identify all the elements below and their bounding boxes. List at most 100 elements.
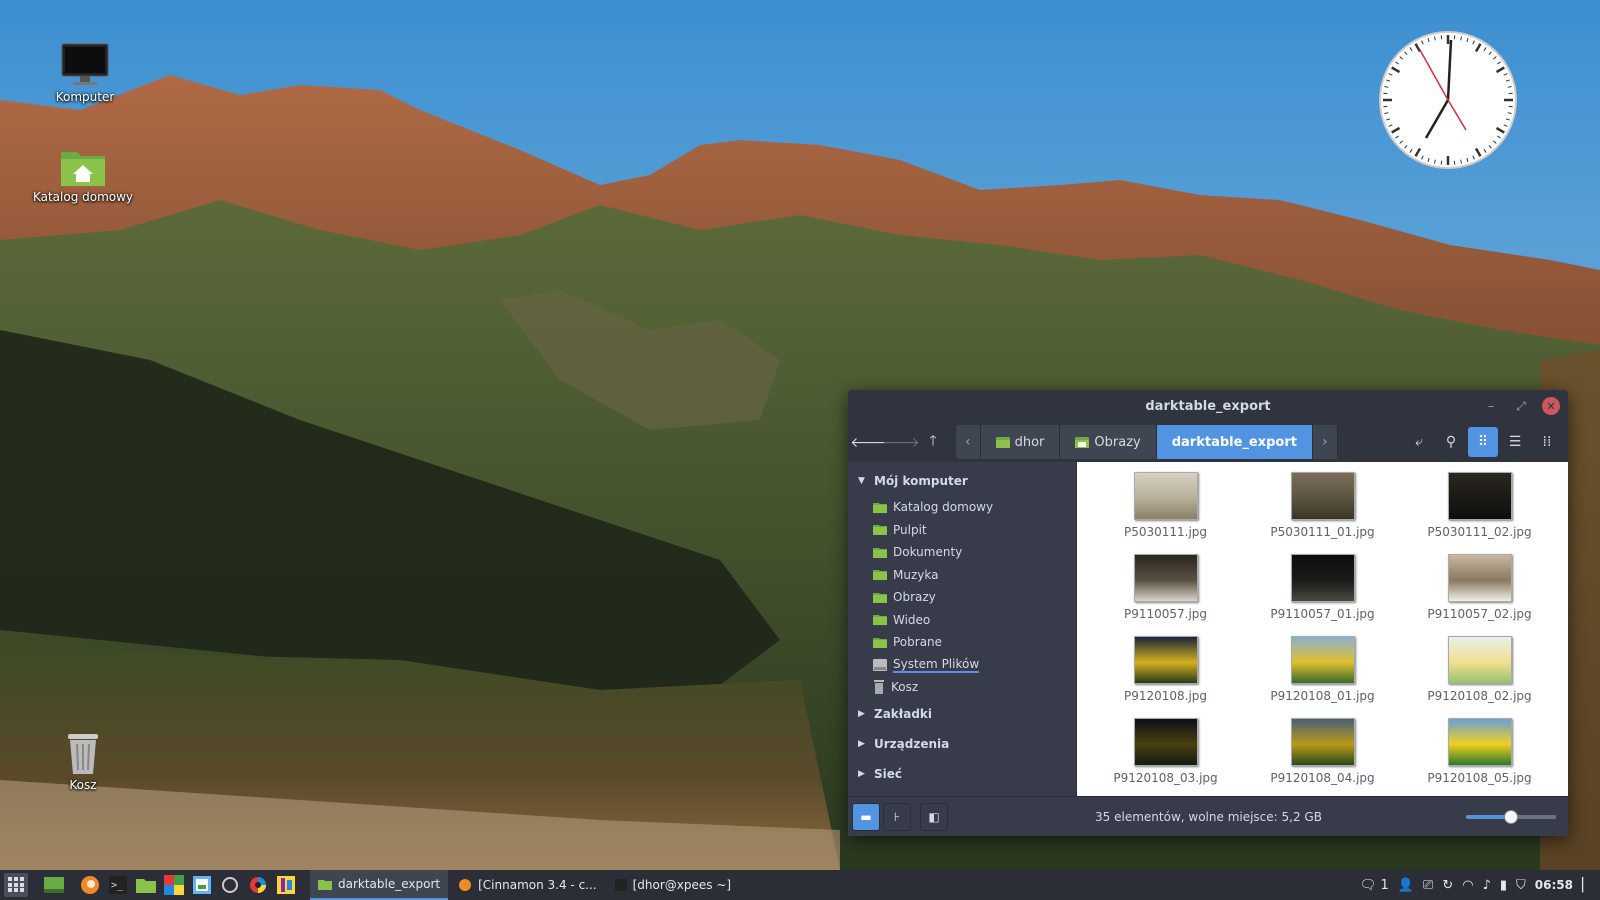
- up-button[interactable]: 🡑: [918, 427, 948, 457]
- desktop-folder-icon: [873, 525, 887, 536]
- show-treeview-button[interactable]: ⊦: [883, 802, 911, 831]
- videos-folder-icon: [873, 615, 887, 626]
- arrow-up-icon: 🡑: [929, 433, 937, 449]
- sidebar-item[interactable]: Dokumenty: [848, 541, 1076, 564]
- task-darktable-export[interactable]: darktable_export: [310, 870, 449, 900]
- task-label: [dhor@xpees ~]: [632, 878, 732, 892]
- sidebar-section-devices[interactable]: ▶ Urządzenia: [848, 729, 1076, 759]
- desktop-icon-home[interactable]: Katalog domowy: [28, 146, 138, 204]
- sidebar-item-label: Katalog domowy: [893, 500, 994, 515]
- desktop-icon-trash[interactable]: Kosz: [28, 728, 138, 792]
- launcher-show-desktop[interactable]: [42, 873, 66, 897]
- expander-right-icon: ▶: [858, 768, 865, 779]
- image-thumbnail: [1133, 554, 1198, 602]
- statusbar: ▬ ⊦ ◧ 35 elementów, wolne miejsce: 5,2 G…: [848, 796, 1568, 836]
- file-item[interactable]: P9120108_01.jpg: [1244, 636, 1401, 710]
- launcher-files[interactable]: [134, 873, 158, 897]
- wifi-icon[interactable]: ◠: [1462, 878, 1473, 893]
- image-thumbnail: [1290, 636, 1355, 684]
- launcher-gimp[interactable]: [274, 873, 298, 897]
- sidebar-item[interactable]: Pulpit: [848, 519, 1076, 542]
- minimize-button[interactable]: –: [1482, 397, 1500, 415]
- sidebar-section-bookmarks[interactable]: ▶ Zakładki: [848, 699, 1076, 729]
- shield-icon[interactable]: ⛉: [1516, 878, 1526, 893]
- breadcrumb-scroll-left[interactable]: ‹: [956, 425, 981, 459]
- launcher-circle-app[interactable]: [218, 873, 242, 897]
- clock-time[interactable]: 06:58: [1535, 878, 1573, 892]
- maximize-button[interactable]: ⤢: [1512, 397, 1530, 415]
- file-item[interactable]: P9110057.jpg: [1087, 554, 1244, 628]
- analog-clock-icon: [1379, 31, 1517, 169]
- music-icon[interactable]: ♪: [1483, 878, 1491, 893]
- sidebar-item[interactable]: Pobrane: [848, 631, 1076, 654]
- task-label: [Cinnamon 3.4 - c...: [478, 878, 597, 892]
- file-item[interactable]: P9110057_01.jpg: [1244, 554, 1401, 628]
- drive-icon[interactable]: ⎚: [1423, 878, 1433, 893]
- file-item[interactable]: P9120108_02.jpg: [1401, 636, 1558, 710]
- icon-view-button[interactable]: ⠿: [1468, 427, 1498, 457]
- launcher-terminal[interactable]: >_: [106, 873, 130, 897]
- file-name: P5030111.jpg: [1123, 525, 1208, 539]
- file-item[interactable]: P9120108_03.jpg: [1087, 718, 1244, 792]
- file-item[interactable]: P9120108_04.jpg: [1244, 718, 1401, 792]
- folder-icon: [136, 879, 156, 893]
- monitor-icon: [61, 43, 109, 85]
- file-item[interactable]: P9110057_02.jpg: [1401, 554, 1558, 628]
- places-sidebar: ▼ Mój komputer Katalog domowy Pulpit Dokum…: [848, 462, 1077, 796]
- clock-desklet: [1378, 30, 1518, 170]
- breadcrumb-scroll-right[interactable]: ›: [1313, 425, 1338, 459]
- home-folder-icon: [873, 502, 887, 513]
- notifications-applet[interactable]: 🗨 1: [1360, 878, 1389, 893]
- task-cinnamon[interactable]: [Cinnamon 3.4 - c...: [450, 870, 605, 900]
- show-places-button[interactable]: ▬: [852, 802, 880, 831]
- show-desktop-button[interactable]: ▏: [1582, 878, 1592, 893]
- back-button[interactable]: 🡐: [850, 427, 888, 457]
- launcher-darktable[interactable]: [246, 873, 270, 897]
- launcher-firefox[interactable]: [78, 873, 102, 897]
- task-terminal[interactable]: [dhor@xpees ~]: [607, 870, 739, 900]
- close-button[interactable]: ✕: [1542, 397, 1560, 415]
- file-item[interactable]: P9120108.jpg: [1087, 636, 1244, 710]
- list-view-button[interactable]: ☰: [1500, 427, 1530, 457]
- sidebar-item[interactable]: Kosz: [848, 676, 1076, 699]
- location-toggle-button[interactable]: ⤶: [1404, 427, 1434, 457]
- arrow-right-icon: 🡒: [882, 434, 920, 451]
- file-name: P9120108_04.jpg: [1270, 771, 1375, 785]
- breadcrumb-dhor[interactable]: dhor: [981, 425, 1061, 459]
- desktop-icon-computer[interactable]: Komputer: [30, 42, 140, 104]
- hide-sidebar-button[interactable]: ◧: [920, 802, 948, 831]
- sidebar-item[interactable]: Obrazy: [848, 586, 1076, 609]
- sidebar-item[interactable]: Muzyka: [848, 564, 1076, 587]
- update-icon[interactable]: ↻: [1442, 878, 1453, 893]
- file-item[interactable]: P5030111_02.jpg: [1401, 472, 1558, 546]
- launcher-color-app[interactable]: [162, 873, 186, 897]
- file-item[interactable]: P9120108_05.jpg: [1401, 718, 1558, 792]
- file-item[interactable]: P5030111_01.jpg: [1244, 472, 1401, 546]
- file-manager-window[interactable]: darktable_export – ⤢ ✕ 🡐 🡒 🡑 ‹ dhor Obra…: [848, 390, 1568, 836]
- file-item[interactable]: P5030111.jpg: [1087, 472, 1244, 546]
- breadcrumb-darktable-export[interactable]: darktable_export: [1156, 425, 1313, 459]
- battery-icon[interactable]: ▮: [1500, 878, 1507, 893]
- task-label: darktable_export: [338, 877, 441, 891]
- sidebar-item[interactable]: Katalog domowy: [848, 496, 1076, 519]
- file-view[interactable]: P5030111.jpg P5030111_01.jpg P5030111_02.j…: [1077, 462, 1568, 796]
- sidebar-item[interactable]: System Plików: [848, 654, 1076, 677]
- chat-icon: 🗨: [1359, 877, 1377, 893]
- sidebar-section-network[interactable]: ▶ Sieć: [848, 759, 1076, 789]
- search-button[interactable]: ⚲: [1436, 427, 1466, 457]
- sidebar-item-label: Pobrane: [893, 635, 943, 650]
- zoom-slider-handle[interactable]: [1504, 809, 1518, 824]
- menu-button[interactable]: [4, 873, 28, 897]
- zoom-slider[interactable]: [1466, 809, 1556, 824]
- breadcrumb-obrazy[interactable]: Obrazy: [1060, 425, 1157, 459]
- user-icon[interactable]: 👤: [1398, 878, 1414, 893]
- launcher-image-viewer[interactable]: [190, 873, 214, 897]
- sidebar-item[interactable]: Wideo: [848, 609, 1076, 632]
- window-titlebar[interactable]: darktable_export – ⤢ ✕: [848, 390, 1568, 422]
- compact-view-button[interactable]: ⁞⁞: [1532, 427, 1562, 457]
- sidebar-section-my-computer[interactable]: ▼ Mój komputer: [848, 466, 1076, 496]
- circle-app-icon: [222, 877, 238, 893]
- pictures-folder-icon: [873, 592, 887, 603]
- forward-button[interactable]: 🡒: [882, 427, 920, 457]
- search-icon: ⚲: [1445, 434, 1457, 450]
